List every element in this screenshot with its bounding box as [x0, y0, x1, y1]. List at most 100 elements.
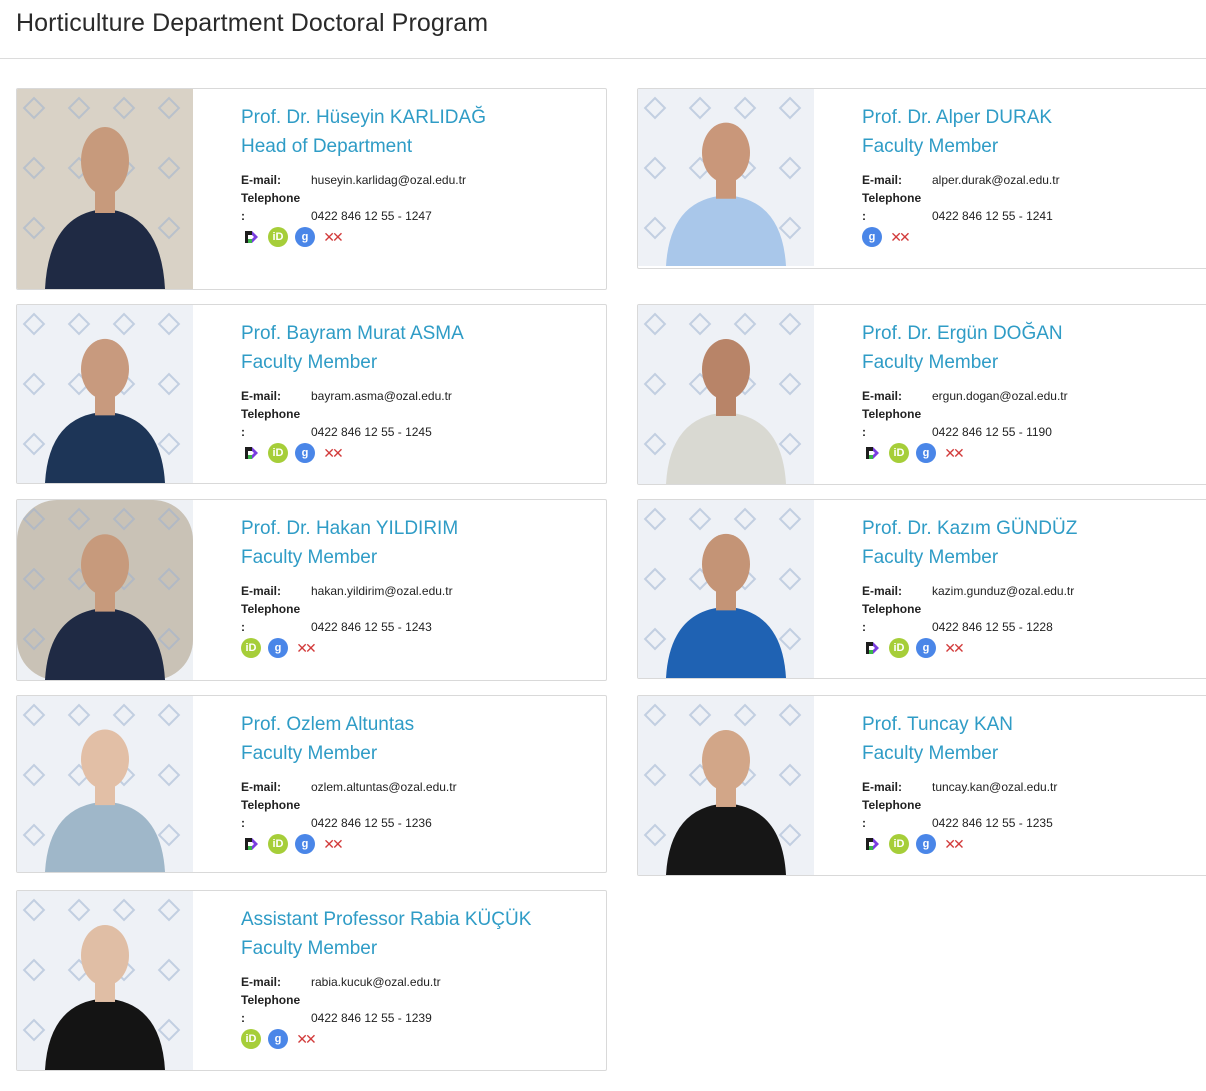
portrait-image [17, 696, 193, 872]
google-scholar-icon[interactable]: g [916, 834, 936, 854]
email-value[interactable]: rabia.kucuk@ozal.edu.tr [311, 973, 441, 991]
telephone-label: Telephone [241, 602, 301, 616]
faculty-info: Prof. Dr. Ergün DOĞAN Faculty Member E-mai… [862, 319, 1206, 463]
google-scholar-icon[interactable]: g [295, 834, 315, 854]
telephone-value: 0422 846 12 55 - 1235 [932, 816, 1053, 830]
google-scholar-icon[interactable]: g [916, 443, 936, 463]
profile-links: iD g ✕✕ [241, 834, 600, 854]
telephone-label: Telephone [862, 602, 922, 616]
faculty-role: Faculty Member [862, 136, 999, 157]
faculty-name[interactable]: Prof. Ozlem Altuntas [241, 710, 600, 739]
publons-icon[interactable] [241, 443, 261, 463]
faculty-role: Head of Department [241, 136, 413, 157]
orcid-icon[interactable]: iD [268, 443, 288, 463]
faculty-card: Prof. Dr. Hüseyin KARLIDAĞ Head of Depart… [16, 88, 607, 290]
email-value[interactable]: tuncay.kan@ozal.edu.tr [932, 778, 1057, 796]
google-scholar-icon[interactable]: g [268, 638, 288, 658]
email-value[interactable]: huseyin.karlidag@ozal.edu.tr [311, 171, 466, 189]
faculty-photo [638, 500, 814, 678]
contact-details: E-mail: kazim.gunduz@ozal.edu.tr Telephone… [862, 582, 1206, 658]
yok-academic-icon[interactable]: ✕✕ [322, 834, 343, 854]
orcid-icon[interactable]: iD [889, 443, 909, 463]
publons-icon[interactable] [862, 638, 882, 658]
faculty-role: Faculty Member [241, 352, 378, 373]
orcid-icon[interactable]: iD [241, 1029, 261, 1049]
orcid-icon[interactable]: iD [889, 638, 909, 658]
email-value[interactable]: bayram.asma@ozal.edu.tr [311, 387, 452, 405]
email-label: E-mail: [862, 389, 903, 403]
publons-icon[interactable] [241, 834, 261, 854]
email-value[interactable]: ozlem.altuntas@ozal.edu.tr [311, 778, 457, 796]
orcid-icon[interactable]: iD [241, 638, 261, 658]
email-label: E-mail: [862, 780, 903, 794]
contact-details: E-mail: alper.durak@ozal.edu.tr Telephone:… [862, 171, 1206, 247]
yok-academic-icon[interactable]: ✕✕ [322, 443, 343, 463]
faculty-name[interactable]: Prof. Dr. Alper DURAK [862, 103, 1206, 132]
orcid-icon[interactable]: iD [268, 227, 288, 247]
email-label: E-mail: [241, 389, 282, 403]
faculty-role: Faculty Member [241, 547, 378, 568]
email-value[interactable]: alper.durak@ozal.edu.tr [932, 171, 1060, 189]
telephone-label: Telephone [862, 191, 922, 205]
telephone-label: Telephone [862, 407, 922, 421]
email-value[interactable]: ergun.dogan@ozal.edu.tr [932, 387, 1068, 405]
publons-icon[interactable] [241, 227, 261, 247]
email-label: E-mail: [241, 975, 282, 989]
faculty-photo [17, 891, 193, 1070]
portrait-image [17, 500, 193, 680]
faculty-card: Assistant Professor Rabia KÜÇÜK Faculty M… [16, 890, 607, 1071]
yok-academic-icon[interactable]: ✕✕ [889, 227, 910, 247]
faculty-name[interactable]: Prof. Dr. Kazım GÜNDÜZ [862, 514, 1206, 543]
faculty-info: Assistant Professor Rabia KÜÇÜK Faculty M… [241, 905, 600, 1049]
faculty-info: Prof. Dr. Hüseyin KARLIDAĞ Head of Depart… [241, 103, 600, 247]
faculty-card: Prof. Dr. Ergün DOĞAN Faculty Member E-mai… [637, 304, 1206, 485]
yok-academic-icon[interactable]: ✕✕ [322, 227, 343, 247]
profile-links: iD g ✕✕ [241, 638, 600, 658]
faculty-name[interactable]: Prof. Dr. Hakan YILDIRIM [241, 514, 600, 543]
profile-links: g ✕✕ [862, 227, 1206, 247]
faculty-role: Faculty Member [241, 938, 378, 959]
yok-academic-icon[interactable]: ✕✕ [295, 1029, 316, 1049]
faculty-photo [17, 305, 193, 483]
portrait-image [638, 305, 814, 484]
faculty-info: Prof. Ozlem Altuntas Faculty Member E-mail… [241, 710, 600, 854]
telephone-value: 0422 846 12 55 - 1236 [311, 816, 432, 830]
contact-details: E-mail: tuncay.kan@ozal.edu.tr Telephone: 0… [862, 778, 1206, 854]
profile-links: iD g ✕✕ [862, 638, 1206, 658]
telephone-label: Telephone [241, 798, 301, 812]
faculty-name[interactable]: Assistant Professor Rabia KÜÇÜK [241, 905, 600, 934]
publons-icon[interactable] [862, 834, 882, 854]
orcid-icon[interactable]: iD [889, 834, 909, 854]
orcid-icon[interactable]: iD [268, 834, 288, 854]
email-value[interactable]: hakan.yildirim@ozal.edu.tr [311, 582, 453, 600]
google-scholar-icon[interactable]: g [268, 1029, 288, 1049]
google-scholar-icon[interactable]: g [916, 638, 936, 658]
profile-links: iD g ✕✕ [241, 1029, 600, 1049]
yok-academic-icon[interactable]: ✕✕ [943, 443, 964, 463]
portrait-image [638, 89, 814, 266]
google-scholar-icon[interactable]: g [862, 227, 882, 247]
faculty-name[interactable]: Prof. Dr. Ergün DOĞAN [862, 319, 1206, 348]
telephone-colon: : [241, 816, 245, 830]
telephone-colon: : [241, 1011, 245, 1025]
telephone-colon: : [862, 425, 866, 439]
faculty-name[interactable]: Prof. Dr. Hüseyin KARLIDAĞ [241, 103, 600, 132]
google-scholar-icon[interactable]: g [295, 227, 315, 247]
publons-icon[interactable] [862, 443, 882, 463]
yok-academic-icon[interactable]: ✕✕ [943, 638, 964, 658]
email-label: E-mail: [862, 173, 903, 187]
yok-academic-icon[interactable]: ✕✕ [295, 638, 316, 658]
faculty-info: Prof. Dr. Kazım GÜNDÜZ Faculty Member E-ma… [862, 514, 1206, 658]
email-value[interactable]: kazim.gunduz@ozal.edu.tr [932, 582, 1074, 600]
yok-academic-icon[interactable]: ✕✕ [943, 834, 964, 854]
contact-details: E-mail: ozlem.altuntas@ozal.edu.tr Telepho… [241, 778, 600, 854]
faculty-name[interactable]: Prof. Bayram Murat ASMA [241, 319, 600, 348]
faculty-role: Faculty Member [241, 743, 378, 764]
email-label: E-mail: [862, 584, 903, 598]
faculty-name[interactable]: Prof. Tuncay KAN [862, 710, 1206, 739]
contact-details: E-mail: bayram.asma@ozal.edu.tr Telephone:… [241, 387, 600, 463]
google-scholar-icon[interactable]: g [295, 443, 315, 463]
telephone-colon: : [241, 209, 245, 223]
telephone-label: Telephone [862, 798, 922, 812]
faculty-photo [638, 305, 814, 484]
